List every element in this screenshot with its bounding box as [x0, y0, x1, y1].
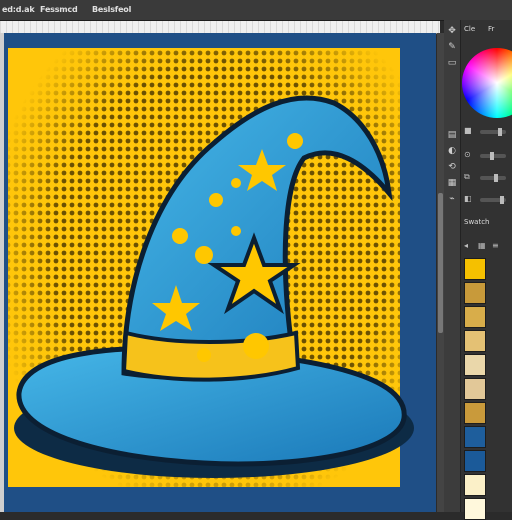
tab-swatches[interactable]: Swatch	[464, 218, 490, 226]
swatch-beige-texture[interactable]	[464, 378, 486, 400]
hat-dot	[172, 228, 188, 244]
eraser-tool-icon[interactable]: ▭	[447, 58, 457, 68]
layers-icon[interactable]: ▤	[447, 130, 457, 140]
menu-item-beslsfeol[interactable]: Beslsfeol	[92, 5, 131, 14]
tab-color[interactable]: Cle	[464, 25, 475, 33]
swatch-cream-light[interactable]	[464, 498, 486, 520]
color-wheel[interactable]	[462, 48, 512, 118]
document-canvas[interactable]	[4, 33, 436, 512]
right-panel: ✥ ✎ ▭ ▤ ◐ ⟲ ▦ ⌁ Cle Fr ■ ⊙ ⧉ ◧ Swatch ◂ …	[444, 20, 512, 520]
swatch-cream[interactable]	[464, 474, 486, 496]
swatch-blue-dark[interactable]	[464, 450, 486, 472]
swatch-tan-texture[interactable]	[464, 330, 486, 352]
menu-item-process[interactable]: Fessmcd	[40, 5, 78, 14]
swatch-gold-texture[interactable]	[464, 282, 486, 304]
menu-item-file[interactable]: ed:d.ak	[2, 5, 35, 14]
color-slider-g[interactable]	[480, 152, 506, 160]
menu-icon[interactable]: ≡	[492, 241, 501, 250]
swatch-blue[interactable]	[464, 426, 486, 448]
link-icon[interactable]: ⧉	[464, 172, 473, 181]
color-slider-b[interactable]	[480, 174, 506, 182]
vertical-scrollbar[interactable]	[437, 33, 444, 512]
opacity-slider[interactable]	[480, 196, 506, 204]
swatch-yellow[interactable]	[464, 258, 486, 280]
hat-dot	[287, 133, 303, 149]
opacity-icon[interactable]: ◧	[464, 194, 473, 203]
hat-dot	[231, 178, 241, 188]
sample-icon[interactable]: ⊙	[464, 150, 473, 159]
swatch-amber-texture[interactable]	[464, 402, 486, 424]
wizard-hat-artwork	[8, 48, 414, 487]
back-arrow-icon[interactable]: ◂	[464, 241, 473, 250]
tab-fr[interactable]: Fr	[488, 25, 494, 33]
hat-dot	[243, 333, 269, 359]
hat-dot	[195, 246, 213, 264]
grid-icon[interactable]: ▦	[478, 241, 487, 250]
scrollbar-thumb[interactable]	[438, 193, 443, 333]
swatch-pale-texture[interactable]	[464, 354, 486, 376]
panel-toolstrip: ✥ ✎ ▭ ▤ ◐ ⟲ ▦ ⌁	[444, 20, 461, 512]
hat-band	[121, 330, 301, 382]
paths-icon[interactable]: ⌁	[447, 194, 457, 204]
move-tool-icon[interactable]: ✥	[447, 26, 457, 36]
foreground-color-icon[interactable]: ■	[464, 126, 473, 135]
adjust-icon[interactable]: ◐	[447, 146, 457, 156]
brush-tool-icon[interactable]: ✎	[447, 42, 457, 52]
hat-dot	[209, 193, 223, 207]
hat-dot	[231, 226, 241, 236]
swatch-mustard-texture[interactable]	[464, 306, 486, 328]
color-slider-r[interactable]	[480, 128, 506, 136]
hat-dot	[197, 348, 211, 362]
history-icon[interactable]: ⟲	[447, 162, 457, 172]
menu-bar: ed:d.ak Fessmcd Beslsfeol	[0, 0, 512, 21]
channels-icon[interactable]: ▦	[447, 178, 457, 188]
